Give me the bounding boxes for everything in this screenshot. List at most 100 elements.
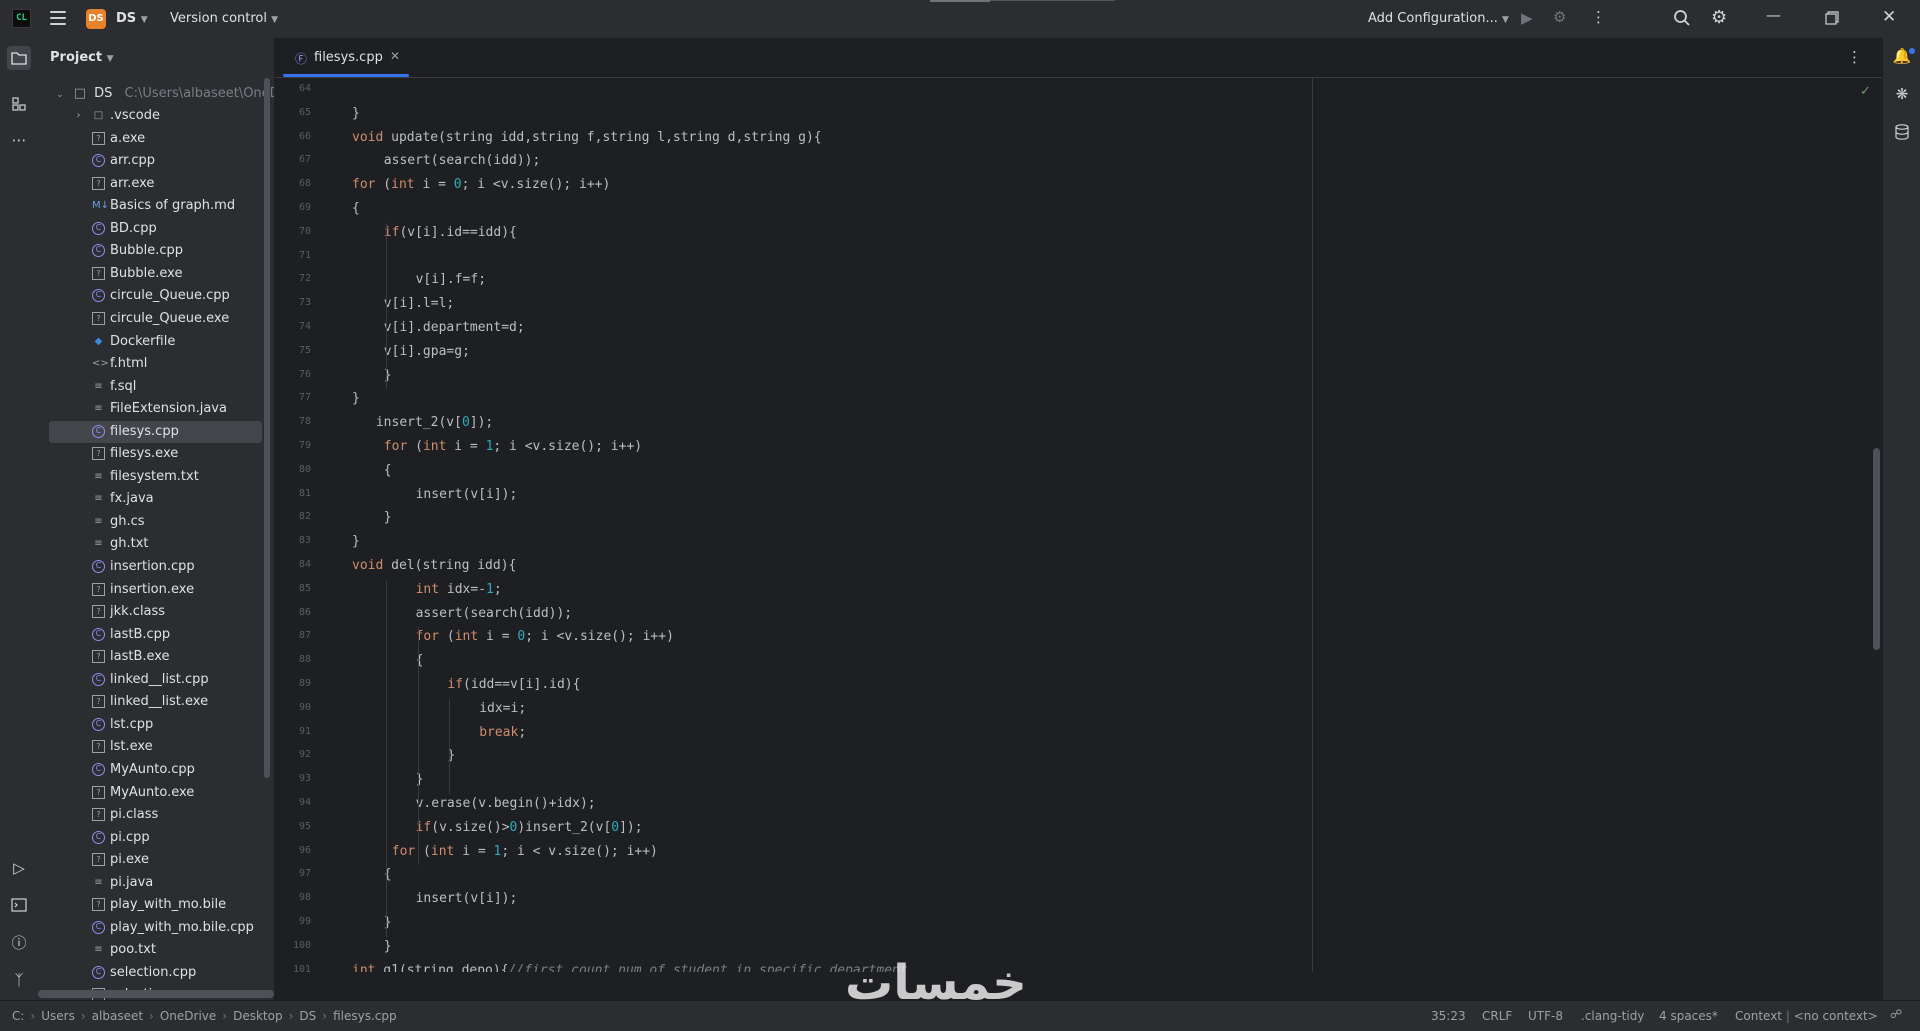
version-control-menu[interactable]: Version control ▼ — [170, 11, 278, 26]
restore-icon[interactable] — [1825, 11, 1839, 29]
code-line[interactable]: assert(search(idd)); — [416, 604, 573, 624]
code-line[interactable]: v.erase(v.begin()+idx); — [416, 794, 596, 814]
code-line[interactable]: } — [352, 104, 360, 124]
file-tree-item[interactable]: ? MyAunto.exe — [38, 782, 262, 804]
code-line[interactable]: } — [352, 532, 360, 552]
file-tree-item[interactable]: Cinsertion.cpp — [38, 556, 262, 578]
file-tree-item[interactable]: ? insertion.exe — [38, 579, 262, 601]
file-tree-item[interactable]: Cfilesys.cpp — [49, 420, 262, 443]
code-line[interactable]: assert(search(idd)); — [384, 151, 541, 171]
file-tree-item[interactable]: ≡ f.sql — [38, 376, 262, 398]
file-tree-item[interactable]: ? Bubble.exe — [38, 263, 262, 285]
breadcrumb-item[interactable]: DS — [299, 1009, 316, 1023]
breadcrumb-item[interactable]: C: — [12, 1009, 24, 1023]
more-tools-icon[interactable]: ⋯ — [7, 128, 31, 152]
code-line[interactable]: for (int i = 1; i < v.size(); i++) — [392, 842, 658, 862]
code-line[interactable]: void del(string idd){ — [352, 556, 516, 576]
file-tree-item[interactable]: ? linked__list.exe — [38, 691, 262, 713]
file-tree-item[interactable]: C BD.cpp — [38, 218, 262, 240]
file-tree-item[interactable]: Clst.cpp — [38, 714, 262, 736]
file-tree-item[interactable]: Carr.cpp — [38, 150, 262, 172]
file-tree-item[interactable]: <> f.html — [38, 353, 262, 375]
file-tree-item[interactable]: ? play_with_mo.bile — [38, 894, 262, 916]
file-tree-item[interactable]: ≡ FileExtension.java — [38, 398, 262, 420]
inspection-profile[interactable]: .clang-tidy — [1581, 1009, 1644, 1023]
code-line[interactable]: break; — [479, 723, 526, 743]
file-tree-item[interactable]: ? filesys.exe — [38, 443, 262, 465]
ai-assistant-icon[interactable]: ❋ — [1890, 82, 1914, 106]
close-icon[interactable]: ✕ — [390, 49, 400, 63]
problems-icon[interactable]: ⓘ — [7, 931, 31, 955]
minimize-icon[interactable]: — — [1766, 6, 1781, 24]
code-line[interactable]: { — [384, 461, 392, 481]
file-tree-item[interactable]: ? lst.exe — [38, 736, 262, 758]
structure-icon[interactable] — [7, 92, 31, 116]
file-tree-item[interactable]: C Bubble.cpp — [38, 240, 262, 262]
breadcrumb-item[interactable]: Desktop — [233, 1009, 283, 1023]
more-vertical-icon[interactable]: ⋮ — [1847, 48, 1862, 66]
file-tree-item[interactable]: ? pi.class — [38, 804, 262, 826]
file-tree-item[interactable]: Cplay_with_mo.bile.cpp — [38, 917, 262, 939]
file-tree-item[interactable]: ≡ gh.txt — [38, 533, 262, 555]
code-line[interactable]: v[i].gpa=g; — [384, 342, 470, 362]
file-tree-item[interactable]: Ccircule_Queue.cpp — [38, 285, 262, 307]
caret-position[interactable]: 35:23 — [1431, 1009, 1466, 1023]
project-switcher[interactable]: DS ▼ — [116, 11, 148, 26]
file-tree-item[interactable]: ? pi.exe — [38, 849, 262, 871]
file-tree-item[interactable]: ≡ pi.java — [38, 872, 262, 894]
code-line[interactable]: if(v[i].id==idd){ — [384, 223, 517, 243]
no-problems-check-icon[interactable]: ✓ — [1860, 84, 1871, 99]
file-encoding[interactable]: UTF-8 — [1528, 1009, 1563, 1023]
file-tree-item[interactable]: Clinked__list.cpp — [38, 669, 262, 691]
hamburger-menu-icon[interactable] — [50, 11, 66, 27]
project-panel-header[interactable]: Project ▼ — [50, 50, 114, 65]
file-tree-item[interactable]: Cselection.cpp — [38, 962, 262, 984]
code-line[interactable]: } — [384, 937, 392, 957]
terminal-icon[interactable] — [7, 893, 31, 917]
context-selector[interactable]: Context | <no context> — [1735, 1009, 1878, 1023]
more-vertical-icon[interactable]: ⋮ — [1591, 8, 1606, 26]
file-tree-item[interactable]: M↓ Basics of graph.md — [38, 195, 262, 217]
file-tree-item[interactable]: ≡ filesystem.txt — [38, 466, 262, 488]
code-line[interactable]: for (int i = 1; i <v.size(); i++) — [384, 437, 642, 457]
file-tree-item[interactable]: ◆ Dockerfile — [38, 331, 262, 353]
code-line[interactable]: v[i].department=d; — [384, 318, 525, 338]
code-editor[interactable]: } void update(string idd,string f,string … — [352, 78, 1312, 972]
code-line[interactable]: } — [352, 389, 360, 409]
debug-icon[interactable]: ⚙ — [1553, 8, 1566, 26]
file-tree-item[interactable]: ? lastB.exe — [38, 646, 262, 668]
settings-icon[interactable]: ⚙ — [1711, 7, 1727, 28]
code-line[interactable]: idx=i; — [479, 699, 526, 719]
code-line[interactable]: int q1(string depo){//first count num of… — [352, 961, 908, 972]
breadcrumb-item[interactable]: Users — [41, 1009, 75, 1023]
tree-root[interactable]: ⌄ □ DS C:\Users\albaseet\OneD — [56, 86, 274, 101]
code-line[interactable]: void update(string idd,string f,string l… — [352, 128, 822, 148]
file-tree-item[interactable]: ? arr.exe — [38, 173, 262, 195]
project-badge[interactable]: DS — [86, 9, 106, 29]
code-line[interactable]: v[i].l=l; — [384, 294, 454, 314]
code-line[interactable]: for (int i = 0; i <v.size(); i++) — [416, 627, 674, 647]
close-icon[interactable]: ✕ — [1882, 7, 1896, 27]
file-tree-item[interactable]: Cpi.cpp — [38, 827, 262, 849]
line-separator[interactable]: CRLF — [1482, 1009, 1512, 1023]
file-tree-item[interactable]: › □ .vscode — [38, 105, 262, 127]
code-line[interactable]: int idx=-1; — [416, 580, 502, 600]
file-tree-item[interactable]: ? circule_Queue.exe — [38, 308, 262, 330]
run-configuration-selector[interactable]: Add Configuration... ▼ — [1368, 11, 1509, 26]
run-services-icon[interactable]: ▷ — [7, 856, 31, 880]
code-line[interactable]: v[i].f=f; — [416, 270, 486, 290]
lock-icon[interactable]: ☍ — [1890, 1007, 1902, 1021]
file-tree-item[interactable]: ≡ poo.txt — [38, 939, 262, 961]
code-line[interactable]: if(v.size()>0)insert_2(v[0]); — [416, 818, 643, 838]
indent-setting[interactable]: 4 spaces* — [1659, 1009, 1718, 1023]
code-line[interactable]: if(idd==v[i].id){ — [447, 675, 580, 695]
editor-scrollbar[interactable] — [1873, 448, 1880, 650]
file-tree-item[interactable]: ClastB.cpp — [38, 624, 262, 646]
breadcrumb-item[interactable]: albaseet — [92, 1009, 143, 1023]
search-icon[interactable] — [1673, 9, 1691, 31]
run-icon[interactable]: ▶ — [1521, 9, 1533, 27]
code-line[interactable]: insert(v[i]); — [416, 889, 518, 909]
breadcrumb-item[interactable]: filesys.cpp — [333, 1009, 397, 1023]
project-horizontal-scrollbar[interactable] — [38, 990, 274, 998]
chevron-right-icon[interactable]: › — [72, 109, 85, 122]
